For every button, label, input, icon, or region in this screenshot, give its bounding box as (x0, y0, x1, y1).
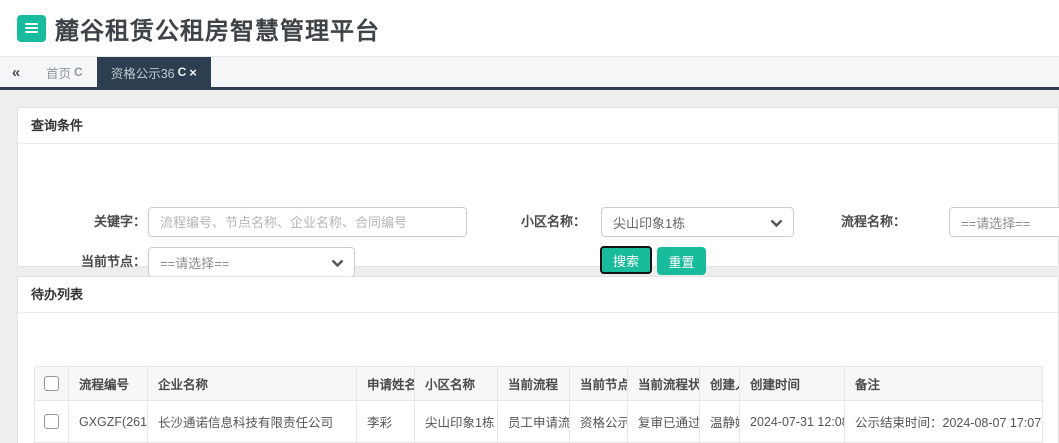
search-button[interactable]: 搜索 (600, 246, 652, 274)
reset-button[interactable]: 重置 (657, 247, 706, 275)
col-applicant: 申请姓名 (356, 366, 415, 401)
close-icon[interactable]: × (189, 66, 197, 79)
app-header: 麓谷租赁公租房智慧管理平台 (0, 0, 1059, 57)
col-status: 当前流程状态 (627, 366, 700, 401)
col-current-process: 当前流程 (497, 366, 570, 401)
collapse-tabs-button[interactable]: « (0, 57, 32, 87)
tab-active-label: 资格公示36 (110, 66, 175, 81)
cell-company: 长沙通诺信息科技有限责任公司 (147, 400, 357, 443)
col-remark: 备注 (844, 366, 1043, 401)
process-name-select[interactable]: ==请选择== (949, 207, 1059, 237)
refresh-icon[interactable]: C (74, 65, 83, 79)
query-panel-title: 查询条件 (18, 108, 1058, 144)
refresh-icon[interactable]: C (178, 65, 187, 79)
cell-created-at: 2024-07-31 12:08:54 (739, 400, 845, 443)
todo-panel-title: 待办列表 (18, 277, 1058, 313)
select-all-checkbox[interactable] (44, 376, 59, 392)
col-created-at: 创建时间 (739, 366, 845, 401)
col-current-node: 当前节点 (569, 366, 628, 401)
cell-creator: 温静娴 (699, 400, 740, 443)
todo-panel: 待办列表 流程编号 企业名称 申请姓名 小区名称 当前流程 当前节点 当前流程状… (17, 276, 1059, 443)
process-name-select-value: ==请选择== (961, 215, 1031, 231)
row-checkbox[interactable] (44, 414, 59, 430)
tab-bar: « 首页 C 资格公示36 C × (0, 57, 1059, 90)
todo-table: 流程编号 企业名称 申请姓名 小区名称 当前流程 当前节点 当前流程状态 创建人… (34, 366, 1043, 443)
community-select-value: 尖山印象1栋 (613, 215, 686, 231)
table-header-row: 流程编号 企业名称 申请姓名 小区名称 当前流程 当前节点 当前流程状态 创建人… (34, 366, 1043, 401)
table-row[interactable]: GXGZF(26113) 长沙通诺信息科技有限责任公司 李彩 尖山印象1栋 员工… (34, 400, 1043, 443)
current-node-select[interactable]: ==请选择== (148, 247, 355, 277)
col-community: 小区名称 (414, 366, 498, 401)
app-title: 麓谷租赁公租房智慧管理平台 (55, 17, 380, 45)
chevron-down-icon (770, 219, 783, 228)
community-label: 小区名称： (520, 214, 586, 229)
community-select[interactable]: 尖山印象1栋 (601, 207, 794, 237)
current-node-select-value: ==请选择== (160, 255, 230, 271)
hamburger-icon (25, 27, 38, 29)
col-creator: 创建人 (699, 366, 740, 401)
cell-current-node: 资格公示 (569, 400, 628, 443)
tab-qualification-publicity[interactable]: 资格公示36 C × (96, 57, 211, 87)
cell-status: 复审已通过 (627, 400, 700, 443)
keyword-label: 关键字： (93, 214, 146, 229)
col-process-no: 流程编号 (68, 366, 148, 401)
menu-toggle-button[interactable] (17, 14, 46, 42)
tab-home[interactable]: 首页 C (32, 57, 97, 87)
process-name-label: 流程名称： (840, 214, 906, 229)
tab-home-label: 首页 (46, 66, 72, 81)
current-node-label: 当前节点： (80, 254, 146, 269)
cell-applicant: 李彩 (356, 400, 415, 443)
chevron-down-icon (331, 259, 344, 268)
cell-remark: 公示结束时间：2024-08-07 17:07:38 (844, 400, 1043, 443)
cell-community: 尖山印象1栋 (414, 400, 498, 443)
keyword-input[interactable] (148, 207, 467, 237)
cell-current-process: 员工申请流程 (497, 400, 570, 443)
cell-process-no: GXGZF(26113) (68, 400, 148, 443)
query-panel: 查询条件 关键字： 小区名称： 尖山印象1栋 流程名称： ==请选择== 当前节… (17, 107, 1059, 277)
col-company: 企业名称 (147, 366, 357, 401)
double-chevron-left-icon: « (11, 63, 21, 81)
